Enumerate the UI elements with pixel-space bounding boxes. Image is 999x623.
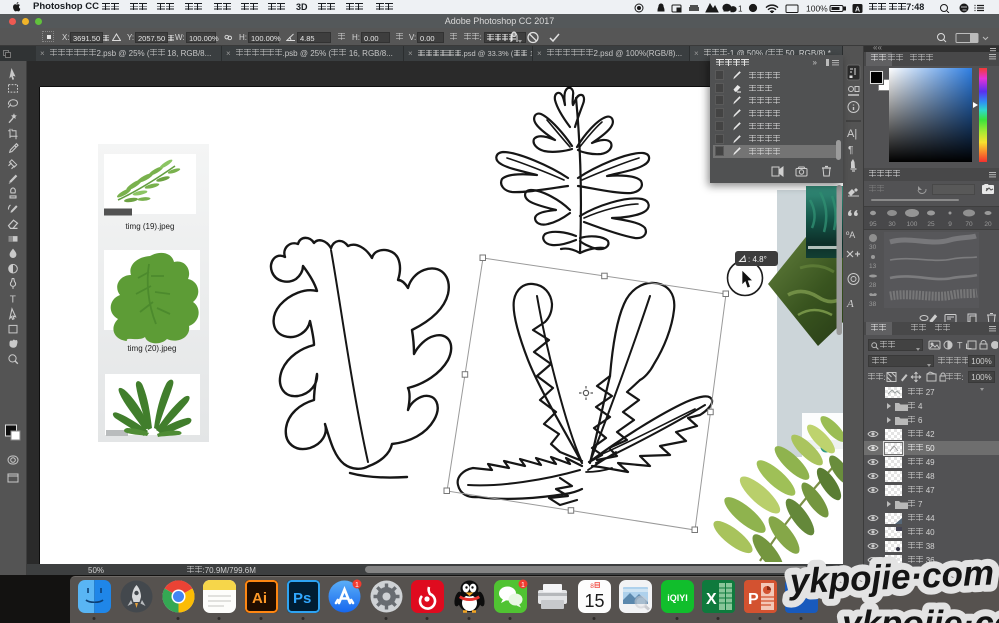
svg-text:8: 8 <box>590 583 594 590</box>
svg-text:X: X <box>706 591 717 608</box>
svg-text:A: A <box>846 298 854 310</box>
svg-text:15: 15 <box>584 591 604 611</box>
svg-text:ºA: ºA <box>846 230 855 240</box>
svg-text:Ai: Ai <box>252 590 267 607</box>
svg-text:28: 28 <box>869 282 877 289</box>
svg-text:A: A <box>855 6 860 13</box>
svg-text:30: 30 <box>869 244 877 251</box>
svg-text:70: 70 <box>965 221 973 228</box>
svg-text:ykpojie·com: ykpojie·com <box>787 553 995 601</box>
svg-text:T: T <box>10 295 16 306</box>
svg-text:100: 100 <box>907 221 918 228</box>
svg-text:: 4.8°: : 4.8° <box>748 255 767 264</box>
svg-text:1: 1 <box>738 4 743 13</box>
svg-text:P: P <box>748 591 759 608</box>
svg-text:30: 30 <box>888 221 896 228</box>
svg-text:¶: ¶ <box>848 145 853 156</box>
svg-text:timg (19).jpeg: timg (19).jpeg <box>126 222 175 231</box>
svg-text:ykpojie·com: ykpojie·com <box>840 604 999 623</box>
svg-text:25: 25 <box>927 221 935 228</box>
svg-text:20: 20 <box>984 221 992 228</box>
svg-text:95: 95 <box>869 221 877 228</box>
svg-text:9: 9 <box>948 221 952 228</box>
svg-text:13: 13 <box>869 263 877 270</box>
svg-text:Ps: Ps <box>293 590 311 607</box>
svg-text:A|: A| <box>847 128 857 140</box>
svg-text:timg (20).jpeg: timg (20).jpeg <box>128 344 177 353</box>
svg-text:1: 1 <box>521 582 525 589</box>
svg-text:T: T <box>957 341 963 351</box>
svg-text:38: 38 <box>869 301 877 308</box>
svg-text:100%: 100% <box>806 3 828 13</box>
svg-text:iQIYI: iQIYI <box>667 593 688 603</box>
svg-text:1: 1 <box>355 582 359 589</box>
